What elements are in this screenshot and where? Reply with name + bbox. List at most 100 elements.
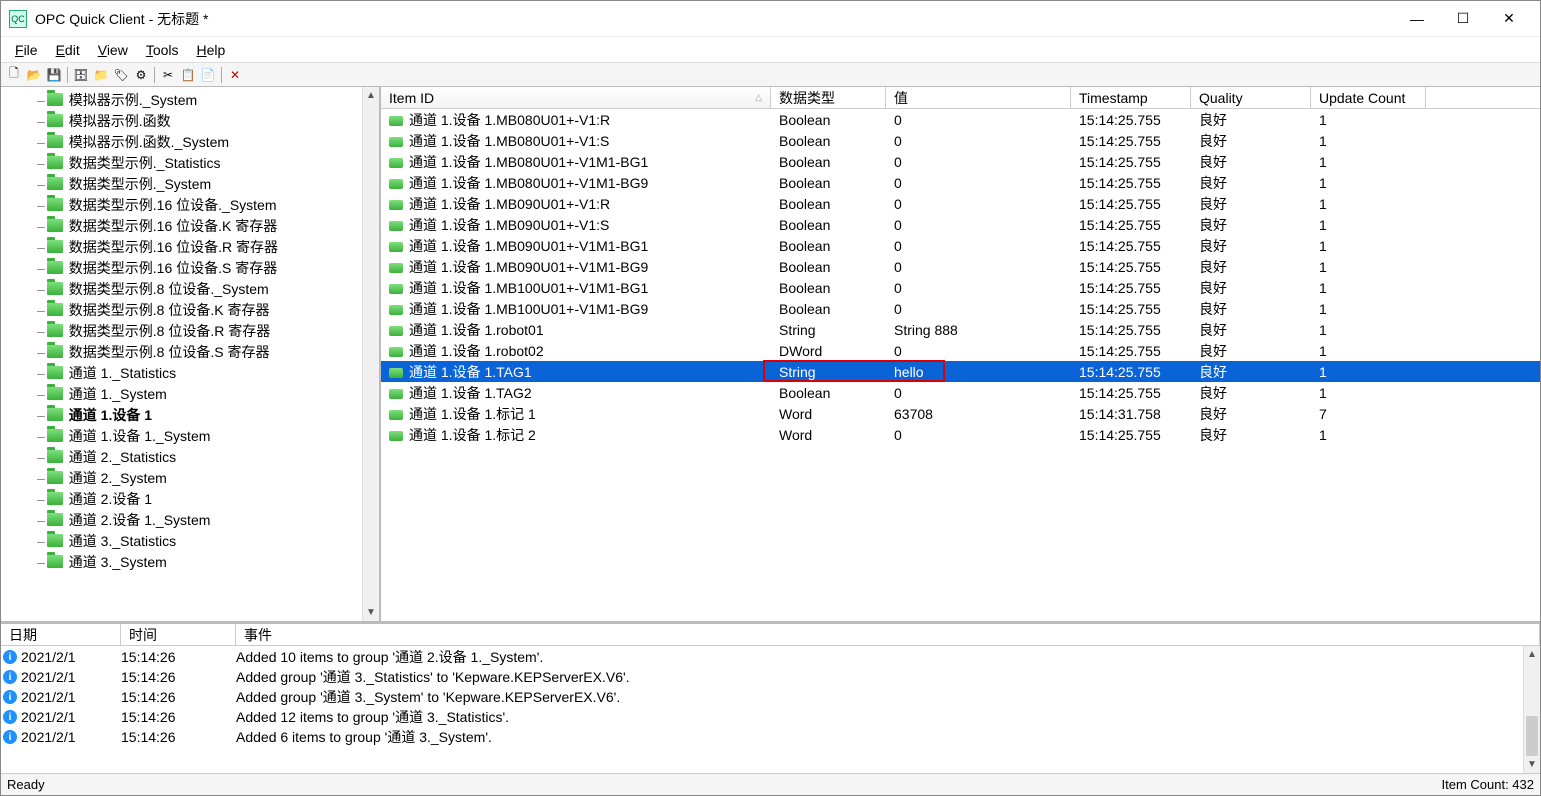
grid-row[interactable]: 通道 1.设备 1.TAG2Boolean015:14:25.755良好1 bbox=[381, 382, 1540, 403]
minimize-button[interactable]: — bbox=[1394, 4, 1440, 34]
tree-item[interactable]: –通道 1.设备 1._System bbox=[7, 425, 362, 446]
menu-file[interactable]: File bbox=[7, 39, 46, 61]
tree-item[interactable]: –模拟器示例.函数._System bbox=[7, 131, 362, 152]
log-body[interactable]: i2021/2/115:14:26Added 10 items to group… bbox=[1, 646, 1523, 773]
toolbar: 🗋 📂 💾 🗄 📁 🏷 ⚙ ✂ 📋 📄 ✕ bbox=[1, 63, 1540, 87]
col-header-quality[interactable]: Quality bbox=[1191, 87, 1311, 108]
log-row[interactable]: i2021/2/115:14:26Added 6 items to group … bbox=[1, 727, 1523, 747]
col-header-item-id[interactable]: Item ID△ bbox=[381, 87, 771, 108]
paste-icon[interactable]: 📄 bbox=[199, 66, 217, 84]
folder-icon bbox=[47, 93, 63, 106]
cut-icon[interactable]: ✂ bbox=[159, 66, 177, 84]
log-row[interactable]: i2021/2/115:14:26Added group '通道 3._Stat… bbox=[1, 667, 1523, 687]
log-row[interactable]: i2021/2/115:14:26Added group '通道 3._Syst… bbox=[1, 687, 1523, 707]
grid-row[interactable]: 通道 1.设备 1.MB080U01+-V1M1-BG9Boolean015:1… bbox=[381, 172, 1540, 193]
col-header-timestamp[interactable]: Timestamp bbox=[1071, 87, 1191, 108]
tree-item[interactable]: –模拟器示例.函数 bbox=[7, 110, 362, 131]
tree-item[interactable]: –通道 1.设备 1 bbox=[7, 404, 362, 425]
scroll-track[interactable] bbox=[363, 104, 379, 604]
grid-row[interactable]: 通道 1.设备 1.robot02DWord015:14:25.755良好1 bbox=[381, 340, 1540, 361]
grid-row[interactable]: 通道 1.设备 1.MB090U01+-V1M1-BG1Boolean015:1… bbox=[381, 235, 1540, 256]
log-scrollbar[interactable]: ▲ ▼ bbox=[1523, 646, 1540, 773]
tag-icon bbox=[389, 242, 403, 252]
grid-row[interactable]: 通道 1.设备 1.MB100U01+-V1M1-BG1Boolean015:1… bbox=[381, 277, 1540, 298]
tree-connector-icon: – bbox=[37, 470, 45, 486]
copy-icon[interactable]: 📋 bbox=[179, 66, 197, 84]
grid-row[interactable]: 通道 1.设备 1.MB090U01+-V1:RBoolean015:14:25… bbox=[381, 193, 1540, 214]
scroll-track[interactable] bbox=[1524, 663, 1540, 756]
titlebar[interactable]: QC OPC Quick Client - 无标题 * — ☐ ✕ bbox=[1, 1, 1540, 37]
menu-help[interactable]: Help bbox=[189, 39, 234, 61]
log-col-time[interactable]: 时间 bbox=[121, 624, 236, 645]
grid-row[interactable]: 通道 1.设备 1.MB080U01+-V1M1-BG1Boolean015:1… bbox=[381, 151, 1540, 172]
grid-body[interactable]: 通道 1.设备 1.MB080U01+-V1:RBoolean015:14:25… bbox=[381, 109, 1540, 621]
grid-row[interactable]: 通道 1.设备 1.robot01StringString 88815:14:2… bbox=[381, 319, 1540, 340]
info-icon: i bbox=[3, 650, 17, 664]
tree-item[interactable]: –数据类型示例.16 位设备._System bbox=[7, 194, 362, 215]
new-item-icon[interactable]: 🏷 bbox=[112, 66, 130, 84]
new-group-icon[interactable]: 📁 bbox=[92, 66, 110, 84]
col-header-data-type[interactable]: 数据类型 bbox=[771, 87, 886, 108]
close-button[interactable]: ✕ bbox=[1486, 4, 1532, 34]
log-col-date[interactable]: 日期 bbox=[1, 624, 121, 645]
tree-item[interactable]: –数据类型示例.16 位设备.R 寄存器 bbox=[7, 236, 362, 257]
grid-row[interactable]: 通道 1.设备 1.MB080U01+-V1:RBoolean015:14:25… bbox=[381, 109, 1540, 130]
tree-item[interactable]: –数据类型示例._Statistics bbox=[7, 152, 362, 173]
tree-item[interactable]: –数据类型示例.8 位设备._System bbox=[7, 278, 362, 299]
grid-row[interactable]: 通道 1.设备 1.MB090U01+-V1:SBoolean015:14:25… bbox=[381, 214, 1540, 235]
scroll-down-icon[interactable]: ▼ bbox=[363, 604, 379, 621]
grid-row[interactable]: 通道 1.设备 1.MB080U01+-V1:SBoolean015:14:25… bbox=[381, 130, 1540, 151]
tree-item[interactable]: –通道 3._System bbox=[7, 551, 362, 572]
tree-item[interactable]: –通道 3._Statistics bbox=[7, 530, 362, 551]
tree-item[interactable]: –通道 1._System bbox=[7, 383, 362, 404]
tree-item[interactable]: –数据类型示例.16 位设备.K 寄存器 bbox=[7, 215, 362, 236]
folder-icon bbox=[47, 303, 63, 316]
cell-update-count: 1 bbox=[1311, 154, 1426, 170]
tree-item[interactable]: –模拟器示例._System bbox=[7, 89, 362, 110]
tree-item[interactable]: –数据类型示例.8 位设备.R 寄存器 bbox=[7, 320, 362, 341]
tree-connector-icon: – bbox=[37, 512, 45, 528]
scroll-thumb[interactable] bbox=[1526, 716, 1538, 756]
log-row[interactable]: i2021/2/115:14:26Added 12 items to group… bbox=[1, 707, 1523, 727]
delete-icon[interactable]: ✕ bbox=[226, 66, 244, 84]
properties-icon[interactable]: ⚙ bbox=[132, 66, 150, 84]
grid-row[interactable]: 通道 1.设备 1.标记 2Word015:14:25.755良好1 bbox=[381, 424, 1540, 445]
new-file-icon[interactable]: 🗋 bbox=[5, 66, 23, 84]
menu-edit[interactable]: Edit bbox=[48, 39, 88, 61]
cell-data-type: Boolean bbox=[771, 112, 886, 128]
log-cell-date: i2021/2/1 bbox=[1, 649, 121, 665]
tag-icon bbox=[389, 263, 403, 273]
tree-item[interactable]: –数据类型示例.16 位设备.S 寄存器 bbox=[7, 257, 362, 278]
maximize-button[interactable]: ☐ bbox=[1440, 4, 1486, 34]
grid-row[interactable]: 通道 1.设备 1.标记 1Word6370815:14:31.758良好7 bbox=[381, 403, 1540, 424]
cell-item-id: 通道 1.设备 1.MB100U01+-V1M1-BG1 bbox=[381, 278, 771, 298]
grid-row[interactable]: 通道 1.设备 1.MB090U01+-V1M1-BG9Boolean015:1… bbox=[381, 256, 1540, 277]
grid-panel: Item ID△ 数据类型 值 Timestamp Quality Update… bbox=[381, 87, 1540, 621]
col-header-update-count[interactable]: Update Count bbox=[1311, 87, 1426, 108]
tree-item[interactable]: –通道 2._System bbox=[7, 467, 362, 488]
tree-item[interactable]: –通道 2.设备 1 bbox=[7, 488, 362, 509]
tree-item[interactable]: –数据类型示例._System bbox=[7, 173, 362, 194]
log-col-event[interactable]: 事件 bbox=[236, 624, 1540, 645]
log-row[interactable]: i2021/2/115:14:26Added 10 items to group… bbox=[1, 647, 1523, 667]
scroll-down-icon[interactable]: ▼ bbox=[1524, 756, 1540, 773]
tree-item[interactable]: –通道 2._Statistics bbox=[7, 446, 362, 467]
menu-tools[interactable]: Tools bbox=[138, 39, 187, 61]
save-file-icon[interactable]: 💾 bbox=[45, 66, 63, 84]
grid-row[interactable]: 通道 1.设备 1.MB100U01+-V1M1-BG9Boolean015:1… bbox=[381, 298, 1540, 319]
new-server-icon[interactable]: 🗄 bbox=[72, 66, 90, 84]
tree-item[interactable]: –通道 2.设备 1._System bbox=[7, 509, 362, 530]
grid-row[interactable]: 通道 1.设备 1.TAG1Stringhello15:14:25.755良好1 bbox=[381, 361, 1540, 382]
tree-scrollbar[interactable]: ▲ ▼ bbox=[362, 87, 379, 621]
cell-data-type: Word bbox=[771, 427, 886, 443]
cell-data-type: String bbox=[771, 364, 886, 380]
tree-view[interactable]: –模拟器示例._System–模拟器示例.函数–模拟器示例.函数._System… bbox=[1, 87, 362, 621]
scroll-up-icon[interactable]: ▲ bbox=[1524, 646, 1540, 663]
menu-view[interactable]: View bbox=[90, 39, 136, 61]
open-file-icon[interactable]: 📂 bbox=[25, 66, 43, 84]
tree-item[interactable]: –数据类型示例.8 位设备.S 寄存器 bbox=[7, 341, 362, 362]
tree-item[interactable]: –数据类型示例.8 位设备.K 寄存器 bbox=[7, 299, 362, 320]
tree-item[interactable]: –通道 1._Statistics bbox=[7, 362, 362, 383]
scroll-up-icon[interactable]: ▲ bbox=[363, 87, 379, 104]
col-header-value[interactable]: 值 bbox=[886, 87, 1071, 108]
